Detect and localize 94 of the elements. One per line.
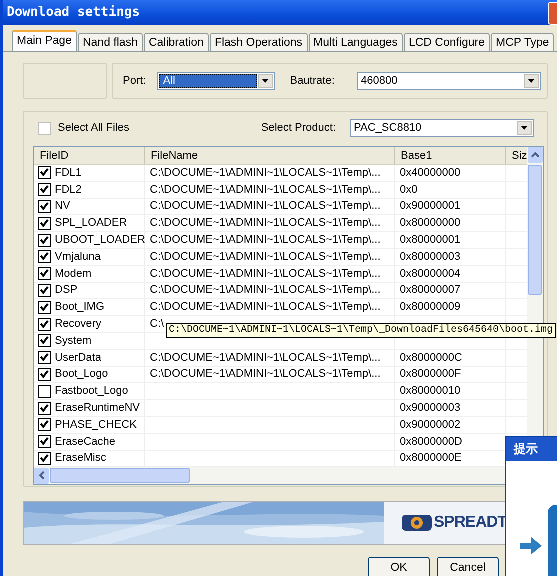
file-name-cell: C:\DOCUME~1\ADMINI~1\LOCALS~1\Temp\...: [150, 352, 381, 364]
bautrate-label: Bautrate:: [290, 75, 335, 87]
row-checkbox[interactable]: [38, 200, 51, 213]
file-id-cell: System: [55, 334, 92, 347]
tab[interactable]: Main Page: [12, 30, 77, 51]
file-id-cell: DSP: [55, 284, 78, 296]
file-name-cell: C:\DOCUME~1\ADMINI~1\LOCALS~1\Temp\...: [150, 166, 381, 179]
file-id-cell: FDL2: [55, 184, 82, 196]
window-title: Download settings: [7, 5, 140, 20]
file-id-cell: UserData: [55, 352, 102, 364]
row-checkbox[interactable]: [38, 318, 51, 331]
row-checkbox[interactable]: [38, 334, 51, 348]
bautrate-dropdown[interactable]: 460800: [357, 72, 541, 90]
base-address-cell: 0x80000007: [400, 284, 461, 296]
file-id-cell: PHASE_CHECK: [55, 418, 137, 431]
file-name-cell: C:\DOCUME~1\ADMINI~1\LOCALS~1\Temp\...: [150, 234, 381, 246]
tab[interactable]: Flash Operations: [210, 33, 308, 51]
file-id-cell: SPL_LOADER: [55, 217, 128, 230]
tooltip: C:\DOCUME~1\ADMINI~1\LOCALS~1\Temp\_DownloadFiles645640\boot.img: [166, 323, 556, 338]
row-checkbox[interactable]: [38, 300, 51, 314]
base-address-cell: 0x0: [400, 184, 418, 196]
file-id-cell: Boot_IMG: [55, 301, 105, 314]
file-id-cell: Fastboot_Logo: [55, 385, 128, 398]
base-address-cell: 0x80000004: [400, 268, 461, 280]
base-address-cell: 0x80000009: [400, 301, 461, 314]
column-header[interactable]: FileID: [34, 147, 145, 164]
tab[interactable]: Calibration: [144, 33, 209, 51]
tab[interactable]: LCD Configure: [404, 33, 490, 51]
row-checkbox[interactable]: [38, 284, 51, 297]
file-id-cell: EraseMisc: [55, 452, 106, 464]
scroll-thumb[interactable]: [50, 468, 190, 483]
file-name-cell: C:\DOCUME~1\ADMINI~1\LOCALS~1\Temp\...: [150, 217, 381, 230]
file-name-cell: C:\DOCUME~1\ADMINI~1\LOCALS~1\Temp\...: [150, 368, 381, 380]
base-address-cell: 0x80000000: [400, 217, 461, 230]
base-address-cell: 0x80000001: [400, 234, 461, 246]
file-id-cell: FDL1: [55, 166, 82, 179]
column-header[interactable]: FileName: [145, 147, 395, 164]
select-all-checkbox[interactable]: [38, 122, 51, 134]
popup-title: 提示: [514, 440, 538, 458]
base-address-cell: 0x8000000C: [400, 352, 462, 364]
row-checkbox[interactable]: [38, 234, 51, 247]
tab[interactable]: Nand flash: [78, 33, 143, 51]
row-checkbox[interactable]: [38, 384, 51, 398]
base-address-cell: 0x80000010: [400, 385, 461, 398]
base-address-cell: 0x90000001: [400, 200, 461, 212]
file-id-cell: NV: [55, 200, 70, 212]
column-header[interactable]: Base1: [395, 147, 506, 164]
file-name-cell: C:\: [150, 318, 164, 330]
base-address-cell: 0x90000003: [400, 402, 461, 414]
base-address-cell: 0x40000000: [400, 166, 461, 179]
row-checkbox[interactable]: [38, 183, 51, 196]
row-checkbox[interactable]: [38, 267, 51, 280]
file-id-cell: Vmjaluna: [55, 250, 101, 263]
base-address-cell: 0x80000003: [400, 250, 461, 263]
base-address-cell: 0x8000000D: [400, 436, 462, 448]
row-checkbox[interactable]: [38, 351, 51, 364]
arrow-icon: [520, 537, 542, 555]
file-id-cell: Modem: [55, 268, 92, 280]
scroll-up-icon[interactable]: [528, 147, 542, 163]
file-id-cell: EraseCache: [55, 436, 116, 448]
select-product-label: Select Product:: [261, 122, 336, 134]
row-checkbox[interactable]: [38, 166, 51, 180]
file-name-cell: C:\DOCUME~1\ADMINI~1\LOCALS~1\Temp\...: [150, 200, 381, 212]
base-address-cell: 0x90000002: [400, 418, 461, 431]
file-name-cell: C:\DOCUME~1\ADMINI~1\LOCALS~1\Temp\...: [150, 184, 381, 196]
file-name-cell: C:\DOCUME~1\ADMINI~1\LOCALS~1\Temp\...: [150, 250, 381, 263]
port-label: Port:: [123, 75, 146, 87]
select-all-label: Select All Files: [58, 122, 130, 134]
row-checkbox[interactable]: [38, 250, 51, 264]
port-dropdown[interactable]: All: [157, 72, 276, 90]
file-id-cell: Boot_Logo: [55, 368, 108, 380]
file-id-cell: Recovery: [55, 318, 102, 330]
file-name-cell: C:\DOCUME~1\ADMINI~1\LOCALS~1\Temp\...: [150, 284, 381, 296]
row-checkbox[interactable]: [38, 402, 51, 415]
row-checkbox[interactable]: [38, 216, 51, 230]
tab[interactable]: MCP Type: [491, 33, 554, 51]
product-dropdown[interactable]: PAC_SC8810: [350, 119, 534, 137]
base-address-cell: 0x8000000E: [400, 452, 462, 464]
logo-text: SPREADT: [434, 514, 507, 532]
row-checkbox[interactable]: [38, 452, 51, 465]
scroll-thumb[interactable]: [528, 165, 542, 295]
row-checkbox[interactable]: [38, 418, 51, 432]
scroll-left-icon[interactable]: [34, 468, 49, 484]
base-address-cell: 0x8000000F: [400, 368, 462, 380]
logo-icon: [402, 514, 432, 532]
file-name-cell: C:\DOCUME~1\ADMINI~1\LOCALS~1\Temp\...: [150, 268, 381, 280]
dialog-button[interactable]: Cancel: [437, 557, 499, 576]
file-name-cell: C:\DOCUME~1\ADMINI~1\LOCALS~1\Temp\...: [150, 301, 381, 314]
tab[interactable]: Multi Languages: [308, 33, 403, 51]
dialog-button[interactable]: OK: [368, 557, 430, 576]
file-id-cell: EraseRuntimeNV: [55, 402, 140, 414]
file-id-cell: UBOOT_LOADER: [55, 234, 146, 246]
row-checkbox[interactable]: [38, 435, 51, 448]
row-checkbox[interactable]: [38, 368, 51, 381]
